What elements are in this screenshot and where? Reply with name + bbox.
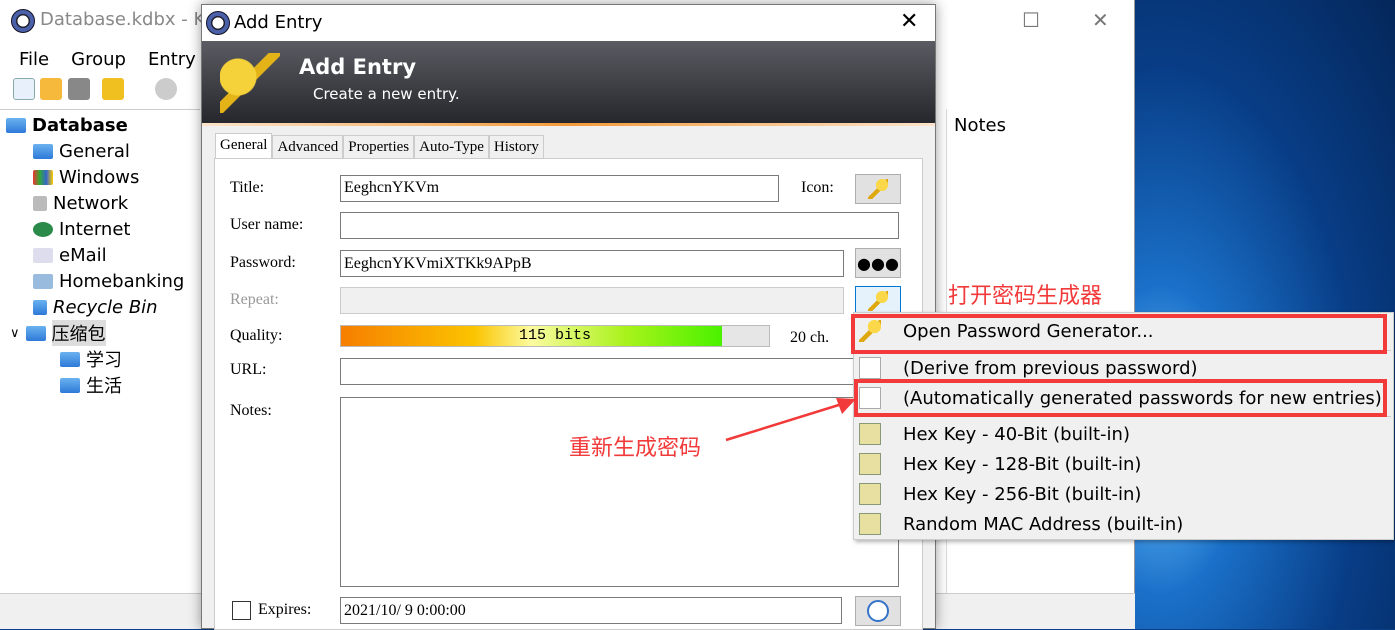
- username-label: User name:: [230, 216, 304, 233]
- add-entry-dialog: Add Entry ✕ Add Entry Create a new entry…: [201, 4, 936, 630]
- green-arrow-icon: [859, 357, 881, 379]
- tree-item-recycle-bin[interactable]: Recycle Bin: [33, 295, 158, 319]
- keepass-lock-icon: [206, 11, 230, 35]
- title-label: Title:: [230, 179, 265, 196]
- tree-item-life[interactable]: 生活: [60, 373, 122, 397]
- repeat-input: [340, 287, 844, 314]
- windows-icon: [33, 169, 53, 185]
- notes-column-header[interactable]: Notes: [954, 115, 1006, 136]
- folder-icon: [6, 117, 26, 133]
- dialog-banner: Add Entry Create a new entry.: [202, 41, 935, 123]
- folder-icon: [60, 351, 80, 367]
- tab-auto-type[interactable]: Auto-Type: [414, 135, 489, 160]
- globe-icon: [33, 221, 53, 237]
- menu-entry[interactable]: Entry: [148, 49, 196, 70]
- key-icon: [868, 179, 888, 199]
- expiry-presets-button[interactable]: [855, 596, 901, 626]
- password-input[interactable]: EeghcnYKVmiXTKk9APpB: [340, 250, 844, 277]
- dialog-close-button[interactable]: ✕: [900, 9, 918, 34]
- icon-picker-button[interactable]: [855, 174, 901, 204]
- expires-date-input[interactable]: 2021/10/ 9 0:00:00: [340, 597, 842, 624]
- save-icon[interactable]: [68, 78, 90, 100]
- banner-subtitle: Create a new entry.: [313, 85, 460, 103]
- close-button[interactable]: ✕: [1092, 8, 1109, 32]
- tree-item-homebanking[interactable]: Homebanking: [33, 269, 184, 293]
- server-icon: [33, 195, 47, 211]
- tree-item-general[interactable]: General: [33, 139, 130, 163]
- checklist-icon: [859, 513, 881, 535]
- banner-title: Add Entry: [299, 55, 417, 79]
- url-label: URL:: [230, 361, 267, 378]
- annotation-regenerate: 重新生成密码: [569, 436, 702, 461]
- annotation-open-generator: 打开密码生成器: [948, 284, 1103, 309]
- tree-item-group[interactable]: ∨ 压缩包: [10, 320, 106, 346]
- recycle-bin-icon: [33, 299, 47, 315]
- quality-bar: 115 bits: [340, 325, 770, 347]
- icon-label: Icon:: [801, 179, 834, 196]
- username-input[interactable]: [340, 212, 899, 239]
- menu-group[interactable]: Group: [71, 49, 126, 70]
- open-folder-icon[interactable]: [40, 78, 62, 100]
- checklist-icon: [859, 483, 881, 505]
- tab-advanced[interactable]: Advanced: [272, 135, 344, 160]
- tree-root[interactable]: Database: [6, 113, 128, 137]
- repeat-label: Repeat:: [230, 291, 279, 308]
- menu-item-hex-256[interactable]: Hex Key - 256-Bit (built-in): [854, 479, 1393, 509]
- group-tree: Database General Windows Network Interne…: [0, 109, 200, 589]
- tab-history[interactable]: History: [488, 135, 544, 160]
- length-text: 20 ch.: [790, 329, 830, 346]
- keepass-lock-icon: [11, 9, 35, 33]
- expires-checkbox[interactable]: [232, 601, 251, 620]
- chevron-down-icon: ∨: [10, 325, 20, 341]
- percent-icon: [33, 273, 53, 289]
- tab-properties[interactable]: Properties: [343, 135, 415, 160]
- menu-item-hex-40[interactable]: Hex Key - 40-Bit (built-in): [854, 419, 1393, 449]
- menu-file[interactable]: File: [19, 49, 49, 70]
- menu-item-random-mac[interactable]: Random MAC Address (built-in): [854, 509, 1393, 539]
- password-label: Password:: [230, 254, 296, 271]
- key-pencil-icon: [220, 53, 280, 113]
- tree-item-windows[interactable]: Windows: [33, 165, 139, 189]
- tree-item-network[interactable]: Network: [33, 191, 128, 215]
- folder-icon: [25, 325, 46, 341]
- tab-bar: General Advanced Properties Auto-Type Hi…: [215, 133, 544, 160]
- quality-text: 115 bits: [518, 327, 591, 344]
- highlight-box-auto-generated: [854, 379, 1387, 417]
- annotation-arrow: [725, 398, 856, 442]
- checklist-icon: [859, 423, 881, 445]
- quality-label: Quality:: [230, 327, 283, 344]
- tree-item-study[interactable]: 学习: [60, 347, 122, 371]
- tree-item-email[interactable]: eMail: [33, 243, 107, 267]
- highlight-box-open-generator: [851, 314, 1387, 354]
- dialog-title: Add Entry: [234, 12, 323, 33]
- clock-icon: [867, 600, 889, 622]
- toggle-password-visibility-button[interactable]: ●●●: [855, 248, 901, 278]
- tab-general[interactable]: General: [215, 133, 273, 160]
- new-database-icon[interactable]: [13, 78, 35, 100]
- add-entry-key-icon[interactable]: [102, 78, 124, 100]
- user-icon[interactable]: [155, 78, 177, 100]
- checklist-icon: [859, 453, 881, 475]
- folder-icon: [60, 377, 80, 393]
- maximize-button[interactable]: ☐: [1022, 8, 1040, 32]
- url-input[interactable]: [340, 358, 899, 385]
- title-input[interactable]: EeghcnYKVm: [340, 175, 779, 202]
- tree-item-internet[interactable]: Internet: [33, 217, 130, 241]
- menu-item-hex-128[interactable]: Hex Key - 128-Bit (built-in): [854, 449, 1393, 479]
- folder-icon: [33, 143, 53, 159]
- mail-icon: [33, 247, 53, 263]
- expires-label: Expires:: [258, 601, 312, 618]
- key-sparkle-icon: [868, 291, 888, 311]
- notes-label: Notes:: [230, 402, 272, 419]
